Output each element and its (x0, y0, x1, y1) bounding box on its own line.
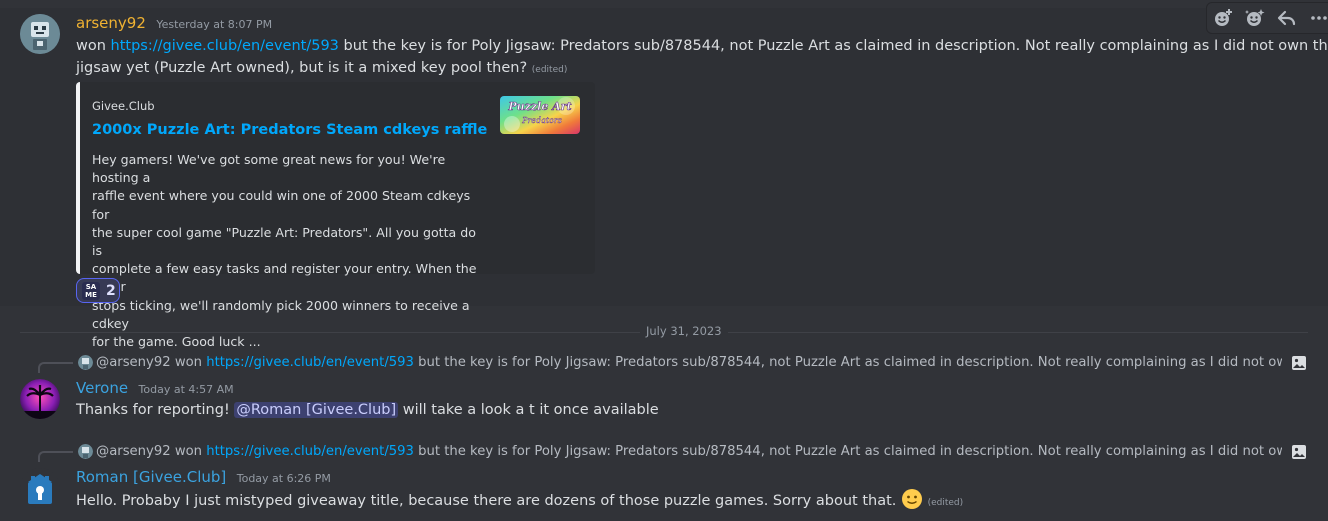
reply-avatar (78, 444, 93, 459)
username[interactable]: Verone (76, 379, 128, 397)
reply-avatar (78, 355, 93, 370)
message-content: Hello. Probaby I just mistyped giveaway … (76, 488, 963, 517)
add-reaction-icon[interactable] (1207, 3, 1239, 33)
message-content: won https://givee.club/en/event/593 but … (76, 38, 1328, 54)
username[interactable]: arseny92 (76, 14, 146, 32)
reply-spine (38, 451, 73, 462)
embed-provider[interactable]: Givee.Club (92, 99, 155, 113)
reply-mention[interactable]: @arseny92 (96, 444, 171, 459)
user-mention[interactable]: @Roman [Givee.Club] (234, 402, 399, 418)
timestamp: Yesterday at 8:07 PM (156, 18, 273, 31)
embed-thumbnail[interactable]: Puzzle Art Predators (500, 96, 580, 134)
avatar-arseny92[interactable] (20, 14, 60, 54)
reply-mention[interactable]: @arseny92 (96, 355, 171, 370)
message-hover-toolbar (1206, 2, 1328, 34)
embed-description: Hey gamers! We've got some great news fo… (92, 152, 477, 350)
message-content-line2: jigsaw yet (Puzzle Art owned), but is it… (76, 60, 568, 76)
event-link[interactable]: https://givee.club/en/event/593 (111, 38, 339, 54)
image-icon (1291, 444, 1307, 460)
timestamp: Today at 6:26 PM (236, 472, 331, 485)
edited-indicator: (edited) (531, 65, 568, 75)
embed-title[interactable]: 2000x Puzzle Art: Predators Steam cdkeys… (92, 122, 487, 138)
reply-link[interactable]: https://givee.club/en/event/593 (206, 355, 414, 370)
thumb-title-1: Puzzle Art (507, 100, 571, 113)
message-arseny92[interactable]: arseny92 Yesterday at 8:07 PM won https:… (0, 2, 1328, 349)
image-icon (1291, 355, 1307, 371)
same-emoji-icon: SA ME (82, 281, 100, 300)
message-content: Thanks for reporting! @Roman [Givee.Club… (76, 402, 659, 418)
avatar-roman[interactable] (20, 468, 60, 508)
date-divider: July 31, 2023 (640, 324, 728, 338)
thumb-title-2: Predators (521, 116, 562, 125)
slightly-smiling-face-icon (901, 488, 923, 517)
timestamp: Today at 4:57 AM (138, 383, 234, 396)
avatar-verone[interactable] (20, 379, 60, 419)
username[interactable]: Roman [Givee.Club] (76, 468, 226, 486)
reply-icon[interactable] (1271, 3, 1303, 33)
add-super-reaction-icon[interactable] (1239, 3, 1271, 33)
reply-link[interactable]: https://givee.club/en/event/593 (206, 444, 414, 459)
edited-indicator: (edited) (927, 498, 964, 508)
reaction-same[interactable]: SA ME 2 (76, 278, 120, 303)
more-icon[interactable] (1303, 3, 1328, 33)
reply-spine (38, 362, 73, 373)
link-embed: Givee.Club 2000x Puzzle Art: Predators S… (76, 82, 595, 349)
reaction-count: 2 (106, 282, 116, 299)
reply-context[interactable]: @arseny92 won https://givee.club/en/even… (0, 442, 1328, 462)
reply-context[interactable]: @arseny92 won https://givee.club/en/even… (0, 353, 1328, 373)
